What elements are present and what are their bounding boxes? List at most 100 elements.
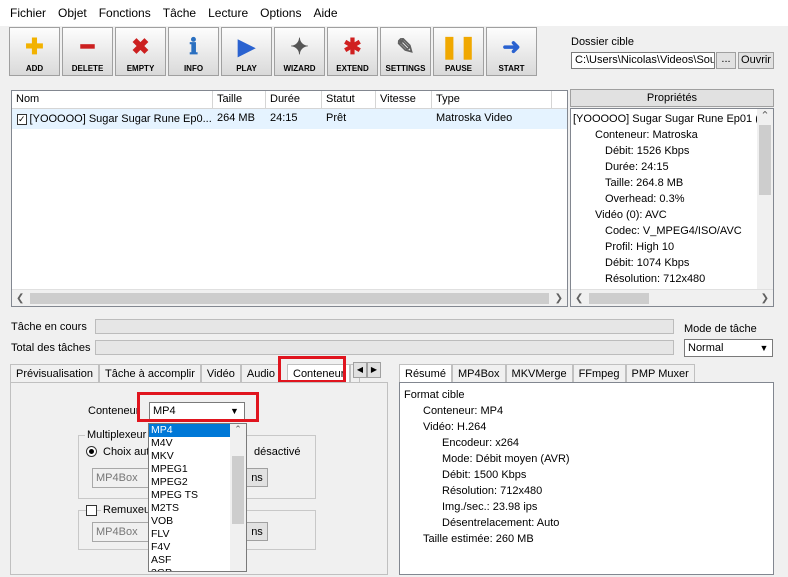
column-header[interactable]: Statut xyxy=(322,91,376,108)
toolbar-label: EMPTY xyxy=(126,64,155,73)
total-tasks-label: Total des tâches xyxy=(11,342,91,354)
tab-pmp-muxer[interactable]: PMP Muxer xyxy=(625,364,695,383)
scroll-right-icon[interactable]: ❯ xyxy=(555,293,563,304)
table-row[interactable]: ✓ [YOOOOO] Sugar Sugar Rune Ep0... 264 M… xyxy=(12,109,567,129)
tree-item[interactable]: Codec: V_MPEG4/ISO/AVC xyxy=(573,223,771,239)
current-task-progress xyxy=(95,319,674,334)
column-header[interactable]: Vitesse xyxy=(376,91,432,108)
scroll-left-icon[interactable]: ❮ xyxy=(575,293,583,304)
dropdown-option[interactable]: M2TS xyxy=(149,502,231,515)
column-header[interactable]: Taille xyxy=(213,91,266,108)
remux-muxer-field[interactable]: MP4Box xyxy=(92,522,152,542)
empty-button[interactable]: ✖ EMPTY xyxy=(115,27,166,76)
props-hscrollbar[interactable]: ❮ ❯ xyxy=(571,289,773,306)
tab-2[interactable]: Vidéo xyxy=(200,364,241,383)
dropdown-option[interactable]: MPEG2 xyxy=(149,476,231,489)
dropdown-option[interactable]: M4V xyxy=(149,437,231,450)
tree-item[interactable]: Débit: 1526 Kbps xyxy=(573,143,771,159)
column-header[interactable]: Type xyxy=(432,91,552,108)
summary-item: Format cible xyxy=(404,389,465,401)
menu-objet[interactable]: Objet xyxy=(52,6,93,20)
container-dropdown[interactable]: MP4 M4V MKV MPEG1 MPEG2 MPEG TS M2TS VOB FLV F4V A… xyxy=(148,423,247,572)
dropdown-option[interactable]: MPEG TS xyxy=(149,489,231,502)
open-button[interactable]: Ouvrir xyxy=(738,52,774,69)
pause-button[interactable]: ❚❚ PAUSE xyxy=(433,27,484,76)
properties-tree[interactable]: [YOOOOO] Sugar Sugar Rune Ep01 (7 Contene… xyxy=(570,108,774,307)
remux-options-button[interactable]: ns xyxy=(246,522,268,541)
menu-lecture[interactable]: Lecture xyxy=(202,6,254,20)
menu-aide[interactable]: Aide xyxy=(307,6,343,20)
muxer-field[interactable]: MP4Box xyxy=(92,468,152,488)
tab-3[interactable]: Audio xyxy=(240,364,281,383)
tab-left-icon[interactable]: ◀ xyxy=(353,362,367,378)
scroll-right-icon[interactable]: ❯ xyxy=(761,293,769,304)
add-button[interactable]: ✚ ADD xyxy=(9,27,60,76)
scroll-left-icon[interactable]: ❮ xyxy=(16,293,24,304)
summary-item: Img./sec.: 23.98 ips xyxy=(442,501,538,513)
menu-tâche[interactable]: Tâche xyxy=(157,6,202,20)
column-header[interactable]: Durée xyxy=(266,91,322,108)
muxer-options-button[interactable]: ns xyxy=(246,468,268,487)
tree-item[interactable]: Conteneur: Matroska xyxy=(573,127,771,143)
tree-item[interactable]: Débit: 1074 Kbps xyxy=(573,255,771,271)
menu-fonctions[interactable]: Fonctions xyxy=(93,6,157,20)
task-list[interactable]: Nom Taille Durée Statut Vitesse Type ✓ [YOOOO… xyxy=(11,90,568,307)
toolbar-label: INFO xyxy=(183,64,204,73)
scroll-up-icon[interactable]: ⌃ xyxy=(230,424,246,438)
tree-item[interactable]: Durée: 24:15 xyxy=(573,159,771,175)
toolbar-label: ADD xyxy=(25,64,44,73)
chevron-down-icon[interactable]: ▼ xyxy=(230,403,244,419)
menu-fichier[interactable]: Fichier xyxy=(4,6,52,20)
tree-item[interactable]: Overhead: 0.3% xyxy=(573,191,771,207)
auto-radio[interactable] xyxy=(86,446,97,457)
chevron-down-icon[interactable]: ▼ xyxy=(756,340,772,356)
tree-item[interactable]: [YOOOOO] Sugar Sugar Rune Ep01 (7 xyxy=(573,111,771,127)
tab-1[interactable]: Tâche à accomplir xyxy=(99,364,201,383)
dest-path-input[interactable]: C:\Users\Nicolas\Videos\Sou xyxy=(571,52,715,69)
tree-item[interactable]: Taille: 264.8 MB xyxy=(573,175,771,191)
row-checkbox[interactable]: ✓ xyxy=(17,113,27,125)
settings-button[interactable]: ✎ SETTINGS xyxy=(380,27,431,76)
tab-4[interactable]: Conteneur xyxy=(287,364,351,383)
summary-item: Taille estimée: 260 MB xyxy=(423,533,534,545)
dropdown-option[interactable]: MKV xyxy=(149,450,231,463)
tab-right-icon[interactable]: ▶ xyxy=(367,362,381,378)
auto-choice-label: Choix aut xyxy=(103,446,150,458)
dropdown-option[interactable]: FLV xyxy=(149,528,231,541)
toolbar-label: PLAY xyxy=(236,64,257,73)
tab-0[interactable]: Prévisualisation xyxy=(10,364,100,383)
info-button[interactable]: ℹ INFO xyxy=(168,27,219,76)
scroll-up-icon[interactable]: ⌃ xyxy=(757,109,773,125)
props-vscrollbar[interactable]: ⌃ xyxy=(757,109,773,291)
dropdown-option[interactable]: F4V xyxy=(149,541,231,554)
menu-options[interactable]: Options xyxy=(254,6,307,20)
task-mode-select[interactable]: Normal ▼ xyxy=(684,339,773,357)
tab-mp4box[interactable]: MP4Box xyxy=(451,364,506,383)
remux-checkbox[interactable] xyxy=(86,505,97,516)
container-select[interactable]: MP4 ▼ xyxy=(149,402,245,420)
tab-ffmpeg[interactable]: FFmpeg xyxy=(572,364,626,383)
tab-mkvmerge[interactable]: MKVMerge xyxy=(505,364,573,383)
tree-item[interactable]: Résolution: 712x480 xyxy=(573,271,771,287)
tab-résumé[interactable]: Résumé xyxy=(399,364,452,383)
browse-button[interactable]: ... xyxy=(716,52,736,69)
tree-item[interactable]: Vidéo (0): AVC xyxy=(573,207,771,223)
dropdown-option[interactable]: 3GP xyxy=(149,567,231,571)
dropdown-scrollbar[interactable]: ⌃ xyxy=(230,424,246,571)
column-header[interactable]: Nom xyxy=(12,91,213,108)
dropdown-option[interactable]: MP4 xyxy=(149,424,231,437)
play-button[interactable]: ▶ PLAY xyxy=(221,27,272,76)
dropdown-option[interactable]: MPEG1 xyxy=(149,463,231,476)
dropdown-option[interactable]: ASF xyxy=(149,554,231,567)
summary-tree[interactable]: Format cible Conteneur: MP4 Vidéo: H.264 En… xyxy=(399,382,774,575)
toolbar-label: EXTEND xyxy=(336,64,369,73)
toolbar-label: START xyxy=(498,64,525,73)
dropdown-option[interactable]: VOB xyxy=(149,515,231,528)
wizard-button[interactable]: ✦ WIZARD xyxy=(274,27,325,76)
delete-button[interactable]: ━ DELETE xyxy=(62,27,113,76)
pause-icon: ❚❚ xyxy=(440,34,477,59)
extend-button[interactable]: ✱ EXTEND xyxy=(327,27,378,76)
tree-item[interactable]: Profil: High 10 xyxy=(573,239,771,255)
list-hscrollbar[interactable]: ❮ ❯ xyxy=(12,289,567,306)
start-button[interactable]: ➜ START xyxy=(486,27,537,76)
